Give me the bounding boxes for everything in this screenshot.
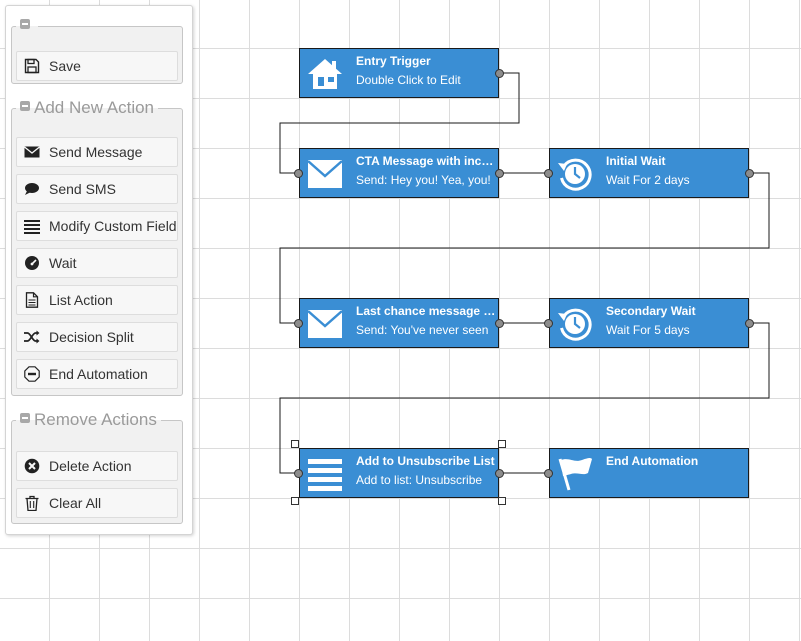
resize-handle-bottom-left[interactable] <box>291 497 299 505</box>
input-port[interactable] <box>544 319 553 328</box>
node-entry-trigger[interactable]: Entry Trigger Double Click to Edit <box>299 48 499 98</box>
input-port[interactable] <box>294 319 303 328</box>
node-end-automation[interactable]: End Automation <box>549 448 749 498</box>
resize-handle-bottom-right[interactable] <box>498 497 506 505</box>
clock-icon <box>556 156 594 192</box>
node-secondary-wait[interactable]: Secondary Wait Wait For 5 days <box>549 298 749 348</box>
envelope-icon <box>306 156 344 192</box>
input-port[interactable] <box>544 469 553 478</box>
output-port[interactable] <box>495 169 504 178</box>
node-title: Entry Trigger <box>356 54 431 68</box>
node-subtitle: Send: Hey you! Yea, you! <box>356 173 491 187</box>
node-subtitle: Double Click to Edit <box>356 73 461 87</box>
flag-icon <box>556 456 594 492</box>
node-cta-message[interactable]: CTA Message with incentive Send: Hey you… <box>299 148 499 198</box>
node-add-to-unsubscribe-list[interactable]: Add to Unsubscribe List Add to list: Uns… <box>299 448 499 498</box>
node-title: Add to Unsubscribe List <box>356 454 495 468</box>
house-icon <box>306 56 344 92</box>
output-port[interactable] <box>495 469 504 478</box>
input-port[interactable] <box>544 169 553 178</box>
clock-icon <box>556 306 594 342</box>
node-title: CTA Message with incentive <box>356 154 496 168</box>
resize-handle-top-right[interactable] <box>498 440 506 448</box>
list-icon <box>306 456 344 492</box>
node-initial-wait[interactable]: Initial Wait Wait For 2 days <box>549 148 749 198</box>
resize-handle-top-left[interactable] <box>291 440 299 448</box>
input-port[interactable] <box>294 469 303 478</box>
output-port[interactable] <box>495 69 504 78</box>
node-title: Initial Wait <box>606 154 666 168</box>
node-subtitle: Wait For 2 days <box>606 173 690 187</box>
input-port[interactable] <box>294 169 303 178</box>
node-title: Last chance message with <box>356 304 496 318</box>
node-title: Secondary Wait <box>606 304 696 318</box>
output-port[interactable] <box>745 169 754 178</box>
node-subtitle: Send: You've never seen <box>356 323 489 337</box>
node-subtitle: Add to list: Unsubscribe <box>356 473 483 487</box>
output-port[interactable] <box>745 319 754 328</box>
output-port[interactable] <box>495 319 504 328</box>
node-last-chance-message[interactable]: Last chance message with Send: You've ne… <box>299 298 499 348</box>
node-subtitle: Wait For 5 days <box>606 323 690 337</box>
envelope-icon <box>306 306 344 342</box>
node-title: End Automation <box>606 454 699 468</box>
